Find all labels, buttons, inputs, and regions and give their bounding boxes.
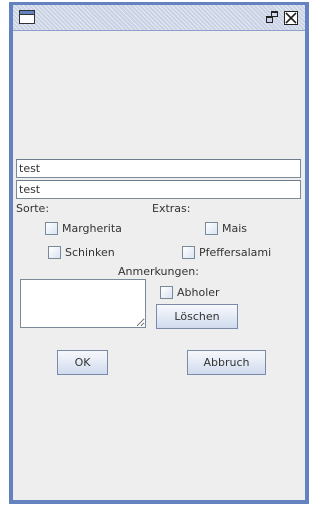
- checkbox-box[interactable]: [160, 285, 173, 299]
- mais-label: Mais: [222, 221, 248, 235]
- anmerkungen-label: Anmerkungen:: [118, 265, 199, 278]
- abbruch-button[interactable]: Abbruch: [187, 350, 266, 375]
- app-window-icon: [19, 10, 35, 24]
- abholer-label: Abholer: [177, 285, 220, 299]
- restore-icon[interactable]: [265, 11, 279, 24]
- text-field-1[interactable]: [16, 159, 301, 178]
- pfeffersalami-checkbox[interactable]: Pfeffersalami: [182, 244, 271, 260]
- ok-button[interactable]: OK: [57, 350, 108, 375]
- app-window: Sorte: Extras: Margherita Mais Schinken …: [9, 2, 309, 504]
- text-field-2[interactable]: [16, 180, 301, 199]
- close-icon[interactable]: [284, 11, 298, 25]
- checkbox-box[interactable]: [182, 245, 195, 259]
- sorte-label: Sorte:: [16, 202, 50, 215]
- anmerkungen-textarea[interactable]: [20, 279, 146, 328]
- pfeffersalami-label: Pfeffersalami: [199, 245, 272, 259]
- checkbox-box[interactable]: [48, 245, 61, 259]
- checkbox-box[interactable]: [205, 221, 218, 235]
- extras-label: Extras:: [152, 202, 191, 215]
- schinken-label: Schinken: [65, 245, 115, 259]
- abholer-checkbox[interactable]: Abholer: [160, 284, 220, 300]
- margherita-label: Margherita: [62, 221, 122, 235]
- mais-checkbox[interactable]: Mais: [205, 220, 247, 236]
- margherita-checkbox[interactable]: Margherita: [45, 220, 122, 236]
- checkbox-box[interactable]: [45, 221, 58, 235]
- loeschen-button[interactable]: Löschen: [156, 304, 238, 329]
- title-bar[interactable]: [13, 5, 305, 31]
- schinken-checkbox[interactable]: Schinken: [48, 244, 115, 260]
